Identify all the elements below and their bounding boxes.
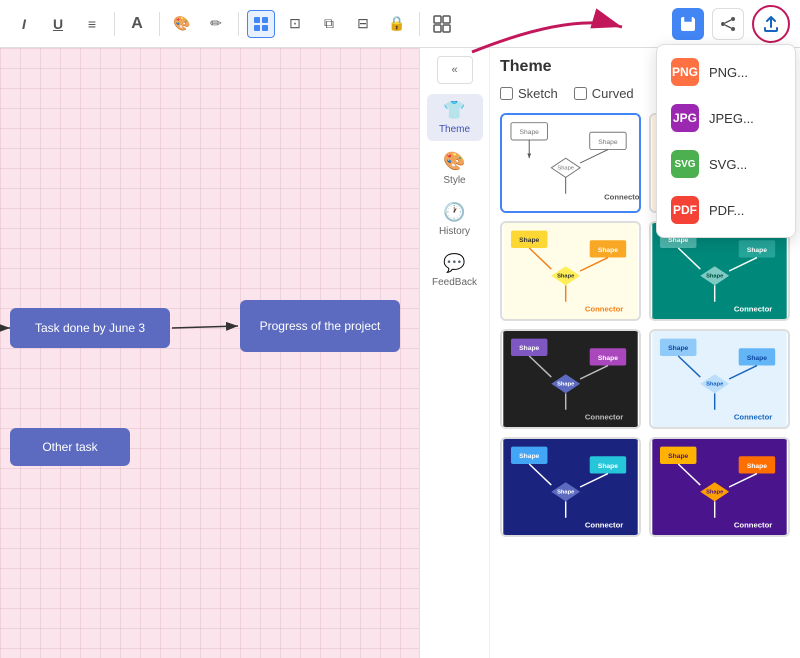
sidebar-feedback-label: FeedBack (432, 277, 477, 288)
toolbar-separator-4 (419, 12, 420, 36)
sketch-checkbox[interactable] (500, 87, 513, 100)
align-button[interactable]: ⊟ (349, 10, 377, 38)
duplicate-button[interactable]: ⧉ (315, 10, 343, 38)
svg-text:Shape: Shape (747, 463, 767, 470)
sidebar-history-label: History (439, 226, 470, 237)
sketch-checkbox-label[interactable]: Sketch (500, 86, 558, 101)
sidebar-nav-feedback[interactable]: 💬 FeedBack (427, 247, 483, 294)
toolbar-right (672, 5, 790, 43)
sidebar-nav-theme[interactable]: 👕 Theme (427, 94, 483, 141)
theme-card-yellow[interactable]: Shape Shape Shape Connector (500, 221, 641, 321)
shape-other[interactable]: Other task (10, 428, 130, 466)
export-dropdown: PNG PNG... JPG JPEG... SVG SVG... PDF PD… (656, 44, 796, 238)
jpeg-icon: JPG (671, 104, 699, 132)
pen-button[interactable]: ✏ (202, 10, 230, 38)
svg-text:Shape: Shape (598, 355, 618, 362)
export-png-item[interactable]: PNG PNG... (657, 49, 795, 95)
theme-card-dark[interactable]: Shape Shape Shape Connector (500, 329, 641, 429)
crop-button[interactable]: ⊡ (281, 10, 309, 38)
svg-text:Shape: Shape (706, 490, 723, 496)
theme-icon: 👕 (443, 100, 465, 121)
svg-text:Connector: Connector (734, 304, 772, 313)
sidebar-nav-history[interactable]: 🕐 History (427, 196, 483, 243)
curved-checkbox-label[interactable]: Curved (574, 86, 634, 101)
export-svg-item[interactable]: SVG SVG... (657, 141, 795, 187)
toolbar-separator-1 (114, 12, 115, 36)
list-button[interactable]: ≡ (78, 10, 106, 38)
shape-task-label: Task done by June 3 (35, 321, 145, 335)
svg-text:Shape: Shape (598, 463, 618, 470)
svg-text:Connector: Connector (734, 520, 772, 529)
svg-text:Shape: Shape (706, 382, 723, 388)
svg-text:Shape: Shape (557, 382, 574, 388)
svg-text:Shape: Shape (519, 237, 539, 244)
theme-card-light-blue[interactable]: Shape Shape Shape Connector (649, 329, 790, 429)
svg-text:Connector: Connector (585, 412, 623, 421)
sidebar-theme-label: Theme (439, 124, 470, 135)
shape-task[interactable]: Task done by June 3 (10, 308, 170, 348)
svg-text:Shape: Shape (519, 453, 539, 460)
paint-button[interactable]: 🎨 (168, 10, 196, 38)
sketch-label: Sketch (518, 86, 558, 101)
svg-text:Shape: Shape (747, 247, 767, 254)
shape-progress[interactable]: Progress of the project (240, 300, 400, 352)
italic-button[interactable]: I (10, 10, 38, 38)
svg-text:Shape: Shape (668, 345, 688, 352)
svg-text:Shape: Shape (747, 355, 767, 362)
png-icon: PNG (671, 58, 699, 86)
svg-text:Connector: Connector (604, 192, 639, 201)
export-svg-label: SVG... (709, 157, 747, 172)
sidebar-style-label: Style (443, 175, 465, 186)
font-button[interactable]: A (123, 10, 151, 38)
curved-label: Curved (592, 86, 634, 101)
theme-card-navy[interactable]: Shape Shape Shape Connector (500, 437, 641, 537)
svg-text:Shape: Shape (520, 129, 540, 136)
grid-button[interactable] (428, 10, 456, 38)
svg-text:Shape: Shape (519, 345, 539, 352)
shape-other-label: Other task (42, 440, 97, 454)
theme-card-default[interactable]: Shape Shape Shape Connector (500, 113, 641, 213)
svg-icon: SVG (671, 150, 699, 178)
export-pdf-item[interactable]: PDF PDF... (657, 187, 795, 233)
toolbar: I U ≡ A 🎨 ✏ ⊡ ⧉ ⊟ 🔒 (0, 0, 800, 48)
style-icon: 🎨 (443, 151, 465, 172)
svg-text:Shape: Shape (598, 247, 618, 254)
export-jpeg-item[interactable]: JPG JPEG... (657, 95, 795, 141)
save-button[interactable] (672, 8, 704, 40)
svg-text:Shape: Shape (557, 166, 574, 172)
svg-text:Shape: Shape (706, 274, 723, 280)
canvas-arrows (0, 48, 419, 658)
pdf-icon: PDF (671, 196, 699, 224)
theme-card-purple-dark[interactable]: Shape Shape Shape Connector (649, 437, 790, 537)
feedback-icon: 💬 (443, 253, 465, 274)
layout-button[interactable] (247, 10, 275, 38)
shape-progress-label: Progress of the project (260, 319, 381, 333)
svg-text:Shape: Shape (557, 490, 574, 496)
curved-checkbox[interactable] (574, 87, 587, 100)
underline-button[interactable]: U (44, 10, 72, 38)
svg-text:Connector: Connector (585, 304, 623, 313)
export-png-label: PNG... (709, 65, 748, 80)
toolbar-separator-3 (238, 12, 239, 36)
export-pdf-label: PDF... (709, 203, 744, 218)
icon-sidebar: « 👕 Theme 🎨 Style 🕐 History 💬 FeedBack (420, 48, 490, 658)
history-icon: 🕐 (443, 202, 465, 223)
svg-text:Shape: Shape (557, 274, 574, 280)
canvas[interactable]: Task done by June 3 Progress of the proj… (0, 48, 419, 658)
share-button[interactable] (712, 8, 744, 40)
sidebar-nav-style[interactable]: 🎨 Style (427, 145, 483, 192)
svg-text:Connector: Connector (585, 520, 623, 529)
svg-text:Shape: Shape (598, 139, 618, 146)
lock-button[interactable]: 🔒 (383, 10, 411, 38)
toolbar-separator-2 (159, 12, 160, 36)
export-button[interactable] (752, 5, 790, 43)
export-jpeg-label: JPEG... (709, 111, 754, 126)
svg-text:Shape: Shape (668, 453, 688, 460)
svg-text:Connector: Connector (734, 412, 772, 421)
svg-text:Shape: Shape (668, 237, 688, 244)
collapse-button[interactable]: « (437, 56, 473, 84)
